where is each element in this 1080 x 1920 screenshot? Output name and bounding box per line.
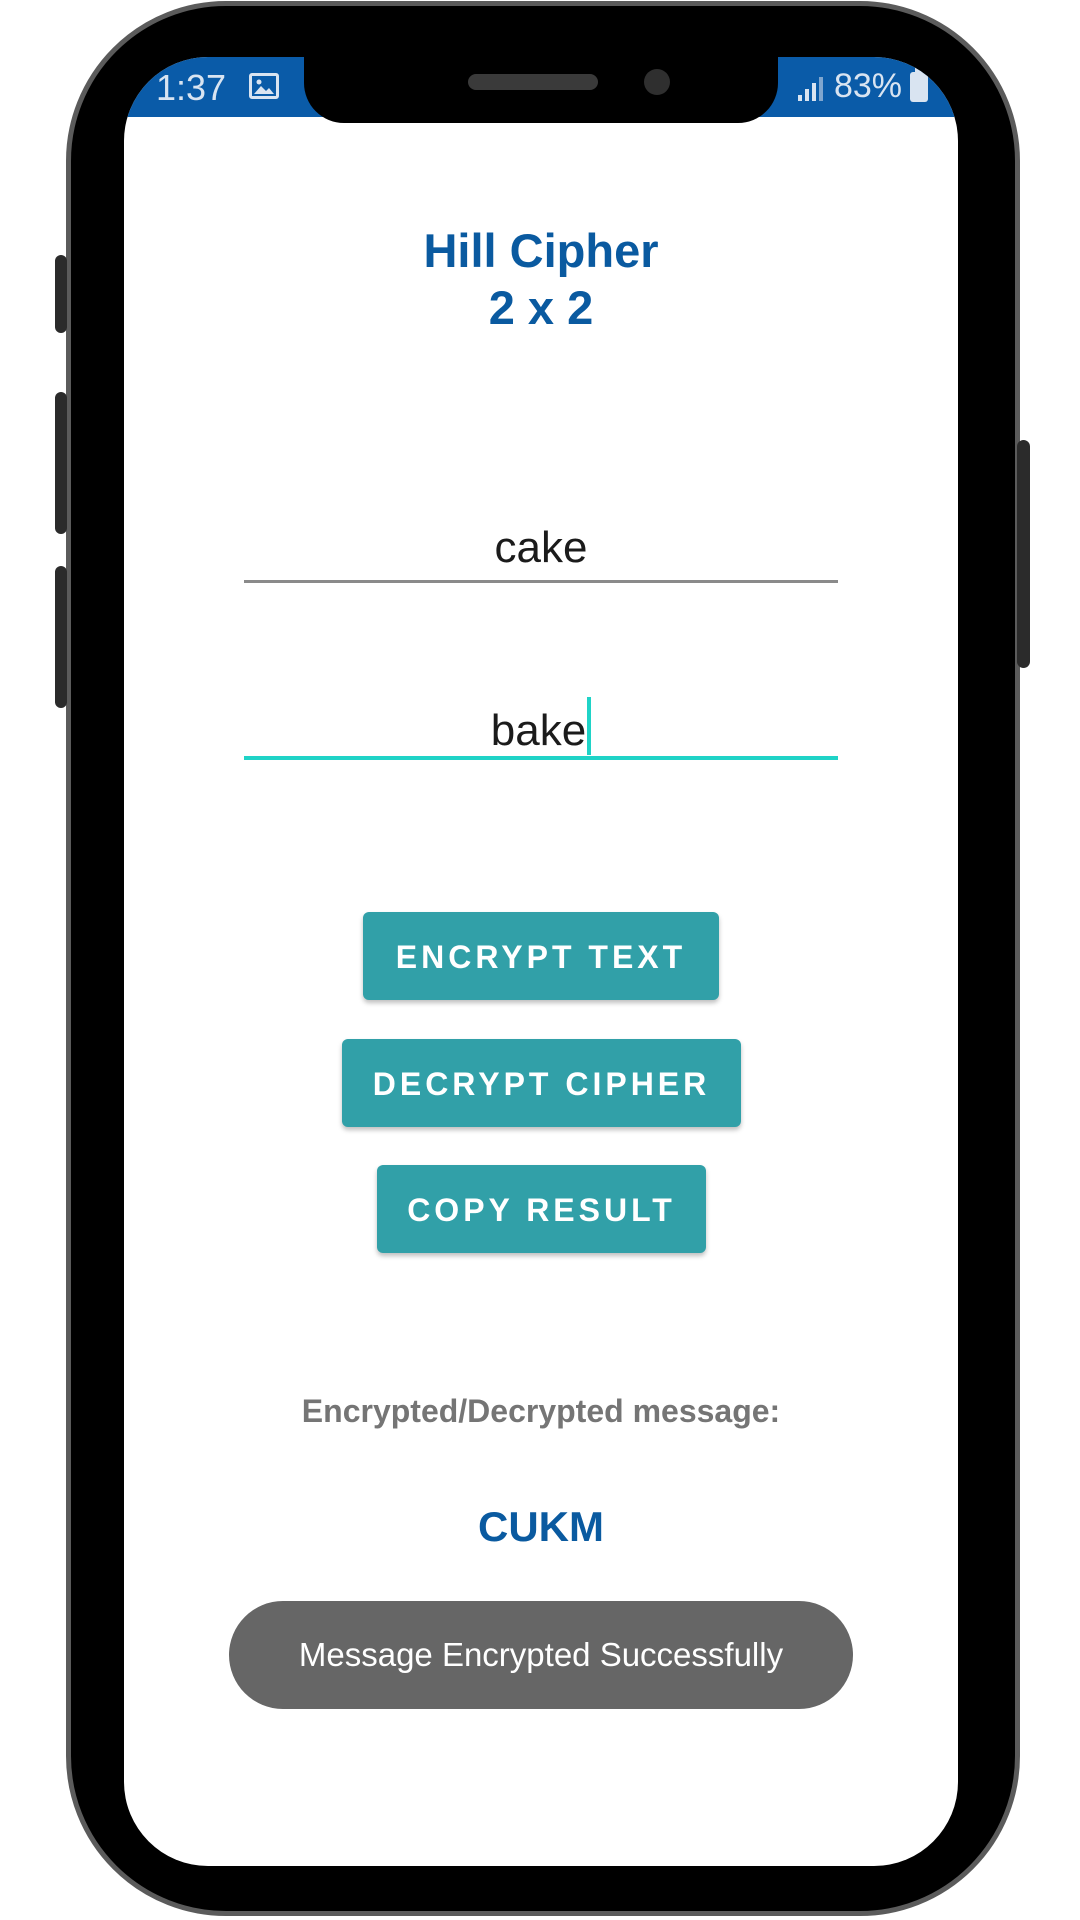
phone-side-button-volume-down xyxy=(55,566,67,708)
signal-icon xyxy=(796,73,826,101)
message-input[interactable]: bake xyxy=(244,697,838,760)
text-cursor xyxy=(587,697,592,755)
page-title: Hill Cipher 2 x 2 xyxy=(124,222,958,336)
camera-notch xyxy=(304,57,778,123)
title-line-2: 2 x 2 xyxy=(488,281,594,334)
battery-icon xyxy=(910,66,928,102)
speaker-grille xyxy=(468,74,598,90)
result-label: Encrypted/Decrypted message: xyxy=(301,1393,781,1429)
image-icon xyxy=(249,73,279,99)
front-camera xyxy=(644,69,670,95)
result-value: CUKM xyxy=(478,1503,604,1550)
toast-message: Message Encrypted Successfully xyxy=(229,1601,853,1709)
key-input-value: cake xyxy=(494,523,588,572)
key-input[interactable]: cake xyxy=(244,523,838,583)
message-input-value: bake xyxy=(490,706,587,755)
status-bar: 1:37 83% xyxy=(124,57,958,123)
decrypt-cipher-button[interactable]: DECRYPT CIPHER xyxy=(342,1039,741,1127)
battery-percent: 83% xyxy=(833,67,902,105)
phone-side-button-power xyxy=(1017,440,1030,668)
phone-screen: 1:37 83% Hill Cipher 2 x 2 cake bake ENC… xyxy=(124,57,958,1866)
phone-side-button-volume-up xyxy=(55,392,67,534)
status-right-cluster: 83% xyxy=(796,66,928,106)
phone-side-button-mute xyxy=(55,255,67,333)
title-line-1: Hill Cipher xyxy=(423,224,659,277)
encrypt-text-button[interactable]: ENCRYPT TEXT xyxy=(363,912,719,1000)
copy-result-button[interactable]: COPY RESULT xyxy=(377,1165,706,1253)
status-time: 1:37 xyxy=(156,67,227,108)
